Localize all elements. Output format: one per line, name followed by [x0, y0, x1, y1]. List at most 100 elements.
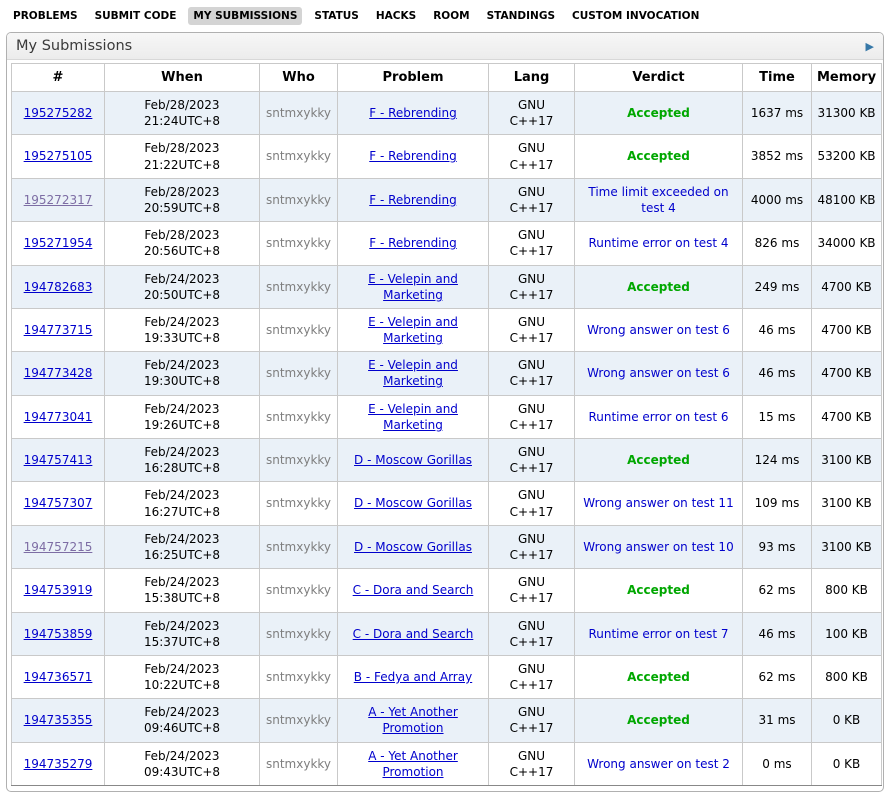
problem-link[interactable]: C - Dora and Search [353, 583, 474, 597]
submission-lang-cell: GNU C++17 [489, 178, 575, 221]
verdict-text[interactable]: Accepted [627, 670, 690, 684]
submission-problem-cell: F - Rebrending [338, 178, 489, 221]
nav-item-standings[interactable]: STANDINGS [482, 7, 560, 25]
verdict-text[interactable]: Wrong answer on test 10 [583, 540, 733, 554]
user-handle-link[interactable]: sntmxykky [266, 280, 331, 294]
language-label: GNU C++17 [507, 401, 557, 433]
submission-who-cell: sntmxykky [260, 265, 338, 308]
user-handle-link[interactable]: sntmxykky [266, 757, 331, 771]
verdict-text[interactable]: Runtime error on test 7 [588, 627, 728, 641]
nav-item-hacks[interactable]: HACKS [371, 7, 421, 25]
problem-link[interactable]: F - Rebrending [369, 149, 457, 163]
submission-id-link[interactable]: 195272317 [24, 193, 93, 207]
problem-link[interactable]: E - Velepin and Marketing [368, 402, 458, 432]
submission-row: 194773041 Feb/24/2023 19:26UTC+8 sntmxyk… [12, 395, 882, 438]
verdict-text[interactable]: Accepted [627, 149, 690, 163]
nav-item-my-submissions[interactable]: MY SUBMISSIONS [188, 7, 302, 25]
language-label: GNU C++17 [507, 140, 557, 172]
submission-id-link[interactable]: 195275282 [24, 106, 93, 120]
nav-item-room[interactable]: ROOM [428, 7, 474, 25]
nav-item-custom-invocation[interactable]: CUSTOM INVOCATION [567, 7, 704, 25]
nav-item-problems[interactable]: PROBLEMS [8, 7, 83, 25]
memory-cell: 3100 KB [812, 525, 882, 568]
memory-cell: 4700 KB [812, 395, 882, 438]
user-handle-link[interactable]: sntmxykky [266, 323, 331, 337]
user-handle-link[interactable]: sntmxykky [266, 410, 331, 424]
verdict-text[interactable]: Accepted [627, 106, 690, 120]
expand-arrow-icon[interactable]: ▶ [866, 41, 874, 52]
problem-link[interactable]: D - Moscow Gorillas [354, 496, 472, 510]
submission-id-link[interactable]: 194735279 [24, 757, 93, 771]
verdict-text[interactable]: Runtime error on test 6 [588, 410, 728, 424]
submission-id-link[interactable]: 194753919 [24, 583, 93, 597]
user-handle-link[interactable]: sntmxykky [266, 540, 331, 554]
user-handle-link[interactable]: sntmxykky [266, 366, 331, 380]
problem-link[interactable]: D - Moscow Gorillas [354, 453, 472, 467]
submission-id-link[interactable]: 194757215 [24, 540, 93, 554]
submission-row: 194757413 Feb/24/2023 16:28UTC+8 sntmxyk… [12, 439, 882, 482]
problem-link[interactable]: E - Velepin and Marketing [368, 315, 458, 345]
nav-item-status[interactable]: STATUS [309, 7, 363, 25]
user-handle-link[interactable]: sntmxykky [266, 713, 331, 727]
submission-who-cell: sntmxykky [260, 569, 338, 612]
language-label: GNU C++17 [507, 444, 557, 476]
problem-link[interactable]: E - Velepin and Marketing [368, 272, 458, 302]
submission-id-link[interactable]: 195271954 [24, 236, 93, 250]
verdict-text[interactable]: Accepted [627, 583, 690, 597]
problem-link[interactable]: F - Rebrending [369, 193, 457, 207]
user-handle-link[interactable]: sntmxykky [266, 453, 331, 467]
verdict-text[interactable]: Wrong answer on test 11 [583, 496, 733, 510]
submission-id-link[interactable]: 194773041 [24, 410, 93, 424]
submission-lang-cell: GNU C++17 [489, 482, 575, 525]
verdict-text[interactable]: Accepted [627, 280, 690, 294]
user-handle-link[interactable]: sntmxykky [266, 670, 331, 684]
problem-link[interactable]: B - Fedya and Array [354, 670, 472, 684]
problem-link[interactable]: A - Yet Another Promotion [368, 749, 458, 779]
submission-id-link[interactable]: 194782683 [24, 280, 93, 294]
problem-link[interactable]: E - Velepin and Marketing [368, 358, 458, 388]
submission-date: Feb/24/2023 [109, 704, 255, 720]
user-handle-link[interactable]: sntmxykky [266, 627, 331, 641]
submissions-table: #WhenWhoProblemLangVerdictTimeMemory 195… [11, 63, 882, 786]
verdict-text[interactable]: Time limit exceeded on test 4 [588, 185, 728, 215]
submission-when-cell: Feb/24/2023 09:43UTC+8 [105, 742, 260, 785]
submission-id-link[interactable]: 194773428 [24, 366, 93, 380]
user-handle-link[interactable]: sntmxykky [266, 583, 331, 597]
user-handle-link[interactable]: sntmxykky [266, 193, 331, 207]
verdict-text[interactable]: Accepted [627, 453, 690, 467]
submission-id-cell: 194773428 [12, 352, 105, 395]
submission-problem-cell: F - Rebrending [338, 135, 489, 178]
submission-lang-cell: GNU C++17 [489, 655, 575, 698]
user-handle-link[interactable]: sntmxykky [266, 106, 331, 120]
user-handle-link[interactable]: sntmxykky [266, 496, 331, 510]
nav-item-submit-code[interactable]: SUBMIT CODE [90, 7, 182, 25]
submission-when-cell: Feb/28/2023 20:59UTC+8 [105, 178, 260, 221]
verdict-text[interactable]: Accepted [627, 713, 690, 727]
submission-id-link[interactable]: 194736571 [24, 670, 93, 684]
submission-id-link[interactable]: 194773715 [24, 323, 93, 337]
verdict-text[interactable]: Runtime error on test 4 [588, 236, 728, 250]
language-label: GNU C++17 [507, 661, 557, 693]
user-handle-link[interactable]: sntmxykky [266, 149, 331, 163]
submission-id-link[interactable]: 194735355 [24, 713, 93, 727]
submission-id-link[interactable]: 194757307 [24, 496, 93, 510]
submission-id-cell: 194735355 [12, 699, 105, 742]
verdict-text[interactable]: Wrong answer on test 6 [587, 323, 730, 337]
problem-link[interactable]: F - Rebrending [369, 236, 457, 250]
submission-id-link[interactable]: 194757413 [24, 453, 93, 467]
problem-link[interactable]: A - Yet Another Promotion [368, 705, 458, 735]
column-header-memory: Memory [812, 64, 882, 92]
submission-id-link[interactable]: 195275105 [24, 149, 93, 163]
language-label: GNU C++17 [507, 227, 557, 259]
submission-lang-cell: GNU C++17 [489, 569, 575, 612]
problem-link[interactable]: F - Rebrending [369, 106, 457, 120]
submission-when-cell: Feb/24/2023 19:33UTC+8 [105, 308, 260, 351]
problem-link[interactable]: D - Moscow Gorillas [354, 540, 472, 554]
submission-row: 194736571 Feb/24/2023 10:22UTC+8 sntmxyk… [12, 655, 882, 698]
submission-id-link[interactable]: 194753859 [24, 627, 93, 641]
user-handle-link[interactable]: sntmxykky [266, 236, 331, 250]
execution-time-cell: 15 ms [743, 395, 812, 438]
verdict-text[interactable]: Wrong answer on test 2 [587, 757, 730, 771]
verdict-text[interactable]: Wrong answer on test 6 [587, 366, 730, 380]
problem-link[interactable]: C - Dora and Search [353, 627, 474, 641]
